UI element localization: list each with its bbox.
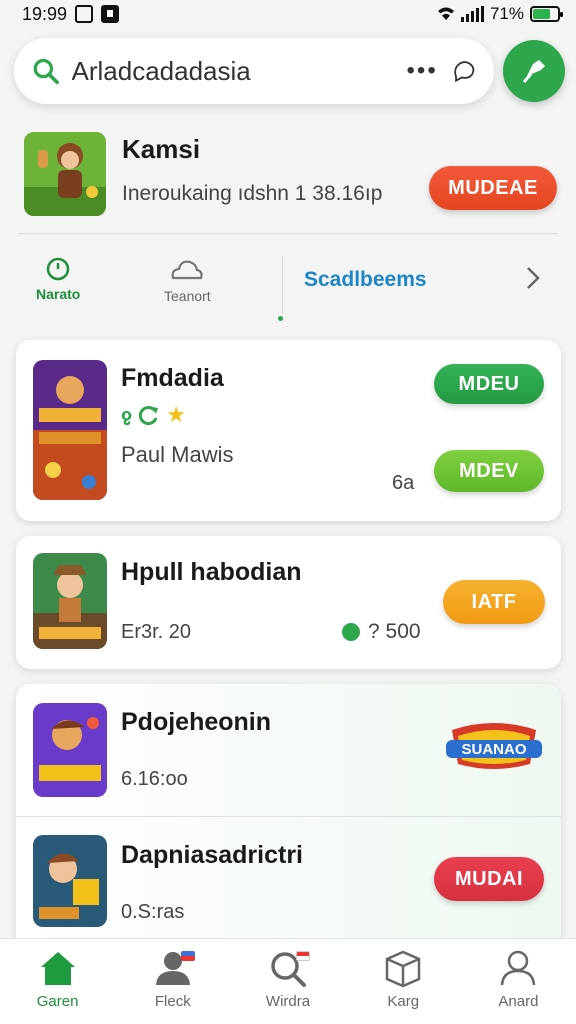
game-logo: SUANAO (444, 712, 544, 778)
game-subtitle: Er3r. 20 (121, 621, 192, 643)
game-logo-text: SUANAO (461, 741, 526, 758)
status-bar: 19:99 71% (0, 0, 576, 28)
tab-label: Narato (36, 286, 81, 302)
game-subtitle: 6.16:oo (121, 768, 188, 790)
tab-teanort[interactable]: Teanort (164, 256, 211, 304)
profile-icon (501, 950, 536, 986)
tab-separator (282, 256, 283, 314)
game-card[interactable]: Hpull habodian Er3r. 20 ? 500 IATF (16, 536, 561, 669)
nav-item-karg[interactable]: Karg (346, 939, 461, 1024)
coin-icon (342, 623, 360, 641)
status-time: 19:99 (22, 3, 68, 24)
game-size: 6a (392, 472, 415, 494)
game-developer: Paul Mawis (121, 442, 234, 467)
nav-label: Wirdra (265, 993, 311, 1010)
battery-icon (530, 6, 563, 22)
star-icon: ★ (166, 402, 186, 427)
nav-label: Garen (36, 993, 79, 1010)
nav-item-fleck[interactable]: Fleck (115, 939, 230, 1024)
bottom-nav: Garen Fleck Wirdra Karg Anard (0, 938, 576, 1024)
search-icon (33, 58, 59, 85)
refresh-icon (139, 406, 159, 425)
app-notification-icon (101, 5, 120, 23)
game-thumbnail[interactable] (33, 703, 107, 797)
nav-item-garen[interactable]: Garen (0, 939, 115, 1024)
featured-game-button[interactable]: MUDEAE (429, 166, 557, 210)
game-card[interactable]: Fmdadia ჹ ★ Paul Mawis 6a MDEU MDEV (16, 340, 561, 521)
screenshot-notification-icon (75, 5, 94, 23)
game-primary-button[interactable]: MDEU (434, 364, 544, 404)
chat-icon[interactable] (452, 56, 476, 86)
game-thumbnail[interactable] (33, 360, 107, 500)
nav-label: Anard (498, 993, 539, 1010)
search-bar[interactable]: ••• (14, 38, 494, 104)
game-action-button[interactable]: IATF (443, 580, 545, 624)
wifi-icon (437, 7, 454, 20)
category-tabs: Narato Teanort Scadlbeems (0, 244, 576, 328)
game-card-group: Pdojeheonin 6.16:oo SUANAO Dapniasadrict… (16, 684, 561, 954)
signal-icon (460, 6, 484, 22)
pin-button[interactable] (503, 40, 565, 102)
game-action-button[interactable]: MUDAI (434, 857, 544, 901)
featured-game-subtitle: Ineroukaing ıdshn 1 38.16ıp (122, 182, 383, 205)
search-input[interactable] (71, 55, 407, 87)
divider (18, 233, 558, 234)
game-card[interactable]: Dapniasadrictri 0.S:ras MUDAI (16, 817, 561, 954)
nav-label: Karg (387, 993, 420, 1010)
box-icon (385, 950, 421, 987)
featured-game[interactable]: Kamsi Ineroukaing ıdshn 1 38.16ıp MUDEAE (0, 122, 576, 232)
tab-indicator (278, 316, 283, 321)
home-icon (40, 952, 75, 985)
game-card[interactable]: Pdojeheonin 6.16:oo SUANAO (16, 684, 561, 816)
game-title: Fmdadia (121, 364, 224, 392)
game-thumbnail[interactable] (33, 553, 107, 649)
featured-game-thumbnail[interactable] (24, 132, 106, 216)
game-thumbnail[interactable] (33, 835, 107, 927)
game-title: Hpull habodian (121, 558, 302, 586)
nav-item-wirdra[interactable]: Wirdra (230, 939, 345, 1024)
tab-label: Teanort (164, 288, 211, 304)
flag-badge-icon (181, 951, 196, 961)
flag-badge-icon (296, 951, 311, 961)
more-options-icon[interactable]: ••• (407, 57, 438, 85)
nav-item-anard[interactable]: Anard (461, 939, 576, 1024)
clock-icon (46, 257, 70, 281)
game-title: Pdojeheonin (121, 708, 271, 736)
game-subtitle: 0.S:ras (121, 901, 185, 923)
badge-icon: ჹ (121, 404, 133, 425)
chevron-right-icon[interactable] (522, 264, 544, 292)
nav-label: Fleck (154, 993, 191, 1010)
tab-narato[interactable]: Narato (36, 256, 80, 302)
featured-game-title: Kamsi (122, 134, 201, 164)
game-secondary-button[interactable]: MDEV (434, 450, 544, 492)
cloud-icon (171, 260, 203, 280)
game-price: ? 500 (368, 620, 421, 643)
tab-scadlbeems[interactable]: Scadlbeems (304, 268, 427, 292)
pin-icon (522, 60, 545, 83)
game-title: Dapniasadrictri (121, 841, 304, 869)
battery-percent: 71% (489, 4, 524, 23)
price-row: ? 500 (342, 620, 421, 644)
rating-row: ჹ ★ (121, 402, 186, 428)
